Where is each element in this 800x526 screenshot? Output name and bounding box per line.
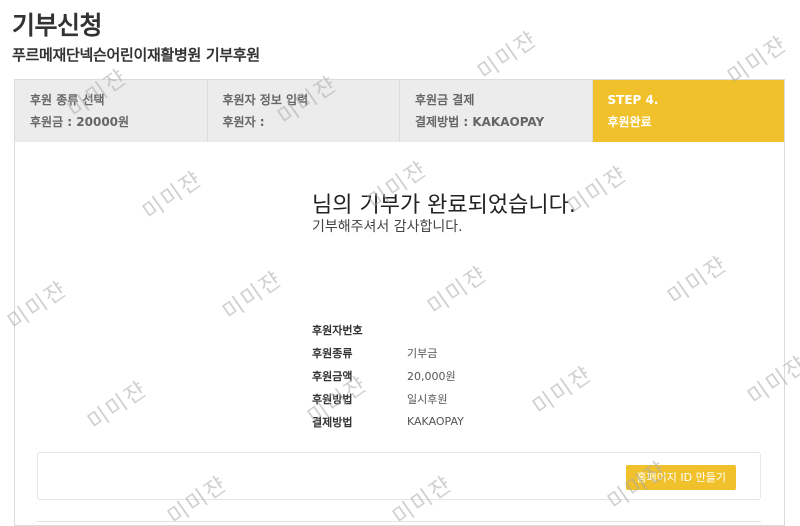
step-complete: STEP 4. 후원완료: [592, 80, 784, 142]
summary-row-donor-number: 후원자번호: [312, 318, 464, 341]
summary-row-payment: 결제방법 KAKAOPAY: [312, 410, 464, 433]
summary-row-method: 후원방법 일시후원: [312, 387, 464, 410]
page-subtitle: 푸르메재단넥슨어린이재활병원 기부후원: [12, 46, 260, 64]
step-detail: 후원자 :: [222, 115, 265, 129]
divider: [37, 521, 761, 522]
completion-title: 님의 기부가 완료되었습니다.: [312, 193, 576, 218]
step-payment: 후원금 결제 결제방법 : KAKAOPAY: [400, 80, 593, 142]
summary-value: KAKAOPAY: [407, 415, 464, 428]
completion-subtitle: 기부해주셔서 감사합니다.: [312, 219, 463, 235]
summary-row-type: 후원종류 기부금: [312, 341, 464, 364]
donation-summary: 후원자번호 후원종류 기부금 후원금액 20,000원 후원방법 일시후원 결제…: [312, 318, 464, 433]
step-detail: 후원금 : 20000원: [30, 115, 130, 129]
step-donation-type: 후원 종류 선택 후원금 : 20000원: [15, 80, 208, 142]
step-title: 후원 종류 선택: [30, 93, 105, 107]
watermark: 미미쟌: [473, 26, 543, 86]
step-progress: 후원 종류 선택 후원금 : 20000원 후원자 정보 입력 후원자 : 후원…: [14, 79, 785, 142]
step-title: 후원자 정보 입력: [222, 93, 309, 107]
summary-label: 후원금액: [312, 369, 353, 383]
summary-label: 후원종류: [312, 346, 353, 360]
summary-row-amount: 후원금액 20,000원: [312, 364, 464, 387]
summary-label: 결제방법: [312, 415, 353, 429]
summary-value: 20,000원: [407, 369, 456, 383]
step-detail: 후원완료: [607, 115, 652, 129]
page-title: 기부신청: [12, 11, 103, 40]
action-bar: 홈페이지 ID 만들기: [37, 452, 761, 500]
create-homepage-id-button[interactable]: 홈페이지 ID 만들기: [626, 465, 736, 490]
summary-value: 일시후원: [407, 392, 448, 406]
step-detail: 결제방법 : KAKAOPAY: [415, 115, 545, 129]
step-title: 후원금 결제: [415, 93, 475, 107]
step-title: STEP 4.: [607, 93, 659, 107]
step-donor-info: 후원자 정보 입력 후원자 :: [207, 80, 400, 142]
summary-value: 기부금: [407, 346, 438, 360]
summary-label: 후원방법: [312, 392, 353, 406]
summary-label: 후원자번호: [312, 323, 363, 337]
